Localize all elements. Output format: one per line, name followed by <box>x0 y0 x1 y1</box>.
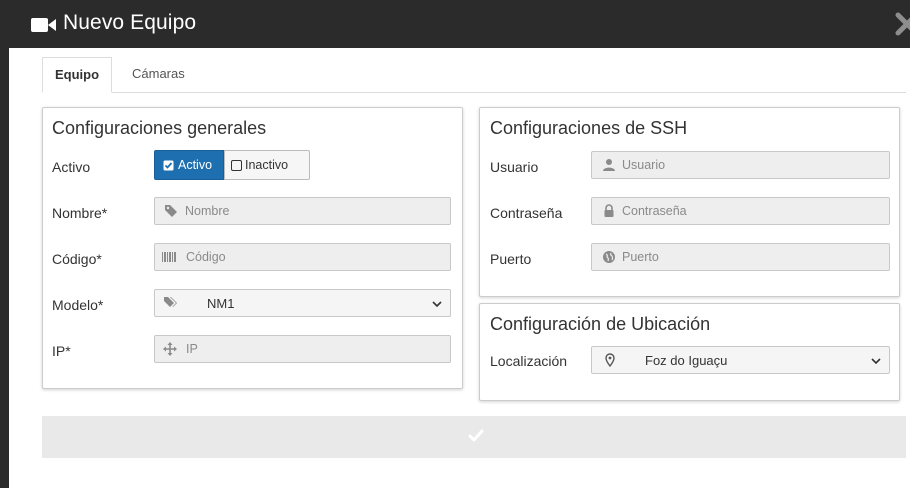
contrasena-input[interactable]: Contraseña <box>591 197 890 225</box>
arrows-icon <box>163 342 177 356</box>
close-icon[interactable] <box>895 11 910 37</box>
puerto-placeholder: Puerto <box>622 250 659 264</box>
puerto-label: Puerto <box>490 251 532 267</box>
tag-icon <box>165 205 177 217</box>
tab-camaras[interactable]: Cámaras <box>120 57 197 93</box>
activo-toggle: Activo Inactivo <box>154 150 310 180</box>
modelo-label: Modelo* <box>52 297 104 313</box>
localizacion-label: Localización <box>490 353 568 369</box>
usuario-placeholder: Usuario <box>622 158 666 172</box>
inactivo-button-label: Inactivo <box>245 158 289 172</box>
unchecked-box-icon <box>231 160 242 171</box>
modelo-select[interactable]: NM1 <box>154 289 451 317</box>
usuario-label: Usuario <box>490 159 539 175</box>
codigo-placeholder: Código <box>186 250 226 264</box>
ip-label: IP* <box>52 343 71 359</box>
new-equipment-dialog: Nuevo Equipo Equipo Cámaras Configuracio… <box>0 0 910 488</box>
inactivo-button[interactable]: Inactivo <box>224 150 310 180</box>
chevron-down-icon <box>871 358 881 365</box>
ip-input[interactable]: IP <box>154 335 451 363</box>
puerto-input[interactable]: Puerto <box>591 243 890 271</box>
activo-button-label: Activo <box>178 158 213 172</box>
general-config-title: Configuraciones generales <box>52 118 267 138</box>
dialog-titlebar: Nuevo Equipo <box>9 0 910 48</box>
localizacion-select[interactable]: Foz do Iguaçu <box>591 346 890 374</box>
nombre-placeholder: Nombre <box>185 204 230 218</box>
activo-label: Activo <box>52 159 91 175</box>
submit-button[interactable] <box>42 416 906 458</box>
contrasena-label: Contraseña <box>490 205 563 221</box>
usuario-input[interactable]: Usuario <box>591 151 890 179</box>
user-icon <box>603 159 615 171</box>
check-icon <box>468 429 484 442</box>
contrasena-placeholder: Contraseña <box>622 204 687 218</box>
tab-equipo[interactable]: Equipo <box>42 57 112 93</box>
localizacion-selected-value: Foz do Iguaçu <box>645 353 728 368</box>
map-marker-icon <box>605 353 615 367</box>
location-config-title: Configuración de Ubicación <box>490 314 711 334</box>
dialog-title: Nuevo Equipo <box>63 11 197 34</box>
ssh-config-title: Configuraciones de SSH <box>490 118 688 138</box>
nombre-label: Nombre* <box>52 205 108 221</box>
checked-box-icon <box>163 160 174 171</box>
ip-placeholder: IP <box>186 342 198 356</box>
activo-button[interactable]: Activo <box>154 150 224 180</box>
codigo-input[interactable]: Código <box>154 243 451 271</box>
video-camera-icon <box>31 18 56 32</box>
lock-icon <box>604 204 614 217</box>
nombre-input[interactable]: Nombre <box>154 197 451 225</box>
globe-icon <box>603 251 615 263</box>
chevron-down-icon <box>432 301 442 308</box>
tab-bar: Equipo Cámaras <box>42 57 906 93</box>
barcode-icon <box>162 252 176 262</box>
modelo-selected-value: NM1 <box>207 296 235 311</box>
codigo-label: Código* <box>52 251 102 267</box>
tags-icon <box>164 297 177 307</box>
